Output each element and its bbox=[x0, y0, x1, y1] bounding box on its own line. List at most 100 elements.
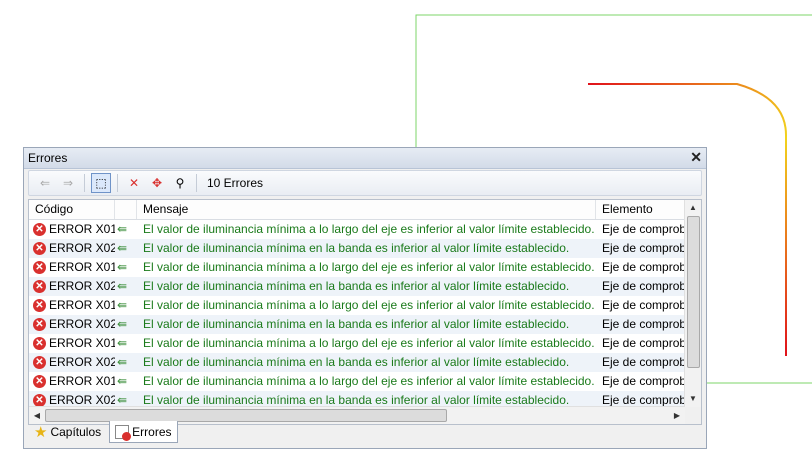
close-icon[interactable]: ✕ bbox=[690, 149, 702, 166]
error-document-icon bbox=[115, 424, 132, 441]
error-message: El valor de iluminancia mínima a lo larg… bbox=[143, 298, 595, 312]
error-code: ERROR X01 bbox=[49, 222, 115, 236]
prev-error-button[interactable]: ⇐ bbox=[35, 173, 55, 193]
error-element: Eje de comprob bbox=[602, 222, 685, 236]
error-code-cell: ✕ ERROR X01 bbox=[29, 258, 115, 277]
error-message: El valor de iluminancia mínima a lo larg… bbox=[143, 374, 595, 388]
error-icon: ✕ bbox=[33, 356, 46, 369]
table-header: Código Mensaje Elemento bbox=[29, 200, 685, 220]
error-count-label: 10 Errores bbox=[207, 176, 264, 190]
table-row[interactable]: ✕ ERROR X02 ⇚ El valor de iluminancia mí… bbox=[29, 353, 685, 372]
back-arrow-icon[interactable]: ⇚ bbox=[115, 277, 137, 296]
magnifier-icon: ⚲ bbox=[175, 176, 185, 190]
table-row[interactable]: ✕ ERROR X01 ⇚ El valor de iluminancia mí… bbox=[29, 258, 685, 277]
toolbar-separator bbox=[117, 174, 118, 192]
error-icon: ✕ bbox=[33, 299, 46, 312]
error-element: Eje de comprob bbox=[602, 374, 685, 388]
back-arrow-icon[interactable]: ⇚ bbox=[115, 258, 137, 277]
panel-title: Errores bbox=[28, 151, 68, 165]
error-code-cell: ✕ ERROR X02 bbox=[29, 277, 115, 296]
tab-label: Errores bbox=[132, 424, 172, 439]
zoom-button[interactable]: ⚲ bbox=[170, 173, 190, 193]
error-icon: ✕ bbox=[33, 318, 46, 331]
error-message: El valor de iluminancia mínima en la ban… bbox=[143, 317, 570, 331]
column-header-elemento[interactable]: Elemento bbox=[596, 200, 685, 219]
toolbar-separator bbox=[84, 174, 85, 192]
column-header-icon[interactable] bbox=[115, 200, 137, 219]
table-row[interactable]: ✕ ERROR X02 ⇚ El valor de iluminancia mí… bbox=[29, 315, 685, 334]
error-message: El valor de iluminancia mínima a lo larg… bbox=[143, 336, 595, 350]
error-code-cell: ✕ ERROR X01 bbox=[29, 220, 115, 239]
scroll-down-arrow-icon[interactable]: ▼ bbox=[685, 391, 701, 407]
center-view-button[interactable]: ✥ bbox=[147, 173, 167, 193]
error-message: El valor de iluminancia mínima a lo larg… bbox=[143, 260, 595, 274]
error-element: Eje de comprob bbox=[602, 298, 685, 312]
tab-captulos[interactable]: ★ Capítulos bbox=[28, 421, 107, 443]
scroll-up-arrow-icon[interactable]: ▲ bbox=[685, 200, 701, 216]
vertical-scroll-thumb[interactable] bbox=[687, 216, 700, 368]
doc-back-icon: ⇐ bbox=[39, 176, 51, 190]
red-x-icon: ✕ bbox=[128, 176, 140, 190]
errors-table: Código Mensaje Elemento ✕ ERROR X01 ⇚ El… bbox=[28, 199, 702, 425]
table-row[interactable]: ✕ ERROR X01 ⇚ El valor de iluminancia mí… bbox=[29, 372, 685, 391]
target-icon: ✥ bbox=[151, 176, 163, 190]
error-code-cell: ✕ ERROR X02 bbox=[29, 315, 115, 334]
tab-label: Capítulos bbox=[50, 425, 102, 439]
table-row[interactable]: ✕ ERROR X01 ⇚ El valor de iluminancia mí… bbox=[29, 296, 685, 315]
error-code: ERROR X01 bbox=[49, 260, 115, 274]
back-arrow-icon[interactable]: ⇚ bbox=[115, 315, 137, 334]
scroll-right-arrow-icon[interactable]: ▶ bbox=[669, 407, 685, 424]
errors-toolbar: ⇐ ⇒ ⬚ ✕ ✥ ⚲ 10 Errores bbox=[28, 170, 702, 196]
error-element: Eje de comprob bbox=[602, 241, 685, 255]
column-header-mensaje[interactable]: Mensaje bbox=[137, 200, 596, 219]
next-error-button[interactable]: ⇒ bbox=[58, 173, 78, 193]
scrollbar-corner bbox=[685, 407, 701, 424]
error-code-cell: ✕ ERROR X01 bbox=[29, 372, 115, 391]
panel-titlebar: Errores ✕ bbox=[24, 148, 706, 169]
table-row[interactable]: ✕ ERROR X02 ⇚ El valor de iluminancia mí… bbox=[29, 277, 685, 296]
error-message: El valor de iluminancia mínima en la ban… bbox=[143, 241, 570, 255]
table-row[interactable]: ✕ ERROR X01 ⇚ El valor de iluminancia mí… bbox=[29, 334, 685, 353]
error-code: ERROR X01 bbox=[49, 374, 115, 388]
errors-panel: Errores ✕ ⇐ ⇒ ⬚ ✕ ✥ ⚲ 10 Errores Código Mensaj… bbox=[23, 147, 707, 449]
select-area-button[interactable]: ⬚ bbox=[91, 173, 111, 193]
error-element: Eje de comprob bbox=[602, 355, 685, 369]
error-icon: ✕ bbox=[33, 280, 46, 293]
error-icon: ✕ bbox=[33, 375, 46, 388]
vertical-scrollbar[interactable]: ▲ ▼ bbox=[684, 200, 701, 407]
error-message: El valor de iluminancia mínima en la ban… bbox=[143, 279, 570, 293]
selection-icon: ⬚ bbox=[95, 176, 107, 190]
panel-tabs: ★ Capítulos Errores bbox=[28, 421, 178, 445]
back-arrow-icon[interactable]: ⇚ bbox=[115, 239, 137, 258]
error-icon: ✕ bbox=[33, 337, 46, 350]
error-message: El valor de iluminancia mínima en la ban… bbox=[143, 355, 570, 369]
delete-button[interactable]: ✕ bbox=[124, 173, 144, 193]
error-code-cell: ✕ ERROR X02 bbox=[29, 239, 115, 258]
error-code-cell: ✕ ERROR X01 bbox=[29, 334, 115, 353]
toolbar-separator bbox=[196, 174, 197, 192]
error-element: Eje de comprob bbox=[602, 317, 685, 331]
tab-errores[interactable]: Errores bbox=[109, 421, 178, 443]
column-header-codigo[interactable]: Código bbox=[29, 200, 115, 219]
error-code: ERROR X02 bbox=[49, 241, 115, 255]
back-arrow-icon[interactable]: ⇚ bbox=[115, 334, 137, 353]
canvas-boundary-line bbox=[415, 14, 812, 147]
error-code: ERROR X02 bbox=[49, 279, 115, 293]
table-row[interactable]: ✕ ERROR X02 ⇚ El valor de iluminancia mí… bbox=[29, 239, 685, 258]
doc-forward-icon: ⇒ bbox=[62, 176, 74, 190]
error-code: ERROR X02 bbox=[49, 317, 115, 331]
error-message: El valor de iluminancia mínima a lo larg… bbox=[143, 222, 595, 236]
error-icon: ✕ bbox=[33, 261, 46, 274]
error-code: ERROR X02 bbox=[49, 355, 115, 369]
back-arrow-icon[interactable]: ⇚ bbox=[115, 353, 137, 372]
error-icon: ✕ bbox=[33, 223, 46, 236]
back-arrow-icon[interactable]: ⇚ bbox=[115, 220, 137, 239]
star-icon: ★ bbox=[34, 424, 48, 441]
error-element: Eje de comprob bbox=[602, 279, 685, 293]
error-code: ERROR X01 bbox=[49, 298, 115, 312]
error-element: Eje de comprob bbox=[602, 336, 685, 350]
back-arrow-icon[interactable]: ⇚ bbox=[115, 296, 137, 315]
error-icon: ✕ bbox=[33, 242, 46, 255]
table-row[interactable]: ✕ ERROR X01 ⇚ El valor de iluminancia mí… bbox=[29, 220, 685, 239]
back-arrow-icon[interactable]: ⇚ bbox=[115, 372, 137, 391]
